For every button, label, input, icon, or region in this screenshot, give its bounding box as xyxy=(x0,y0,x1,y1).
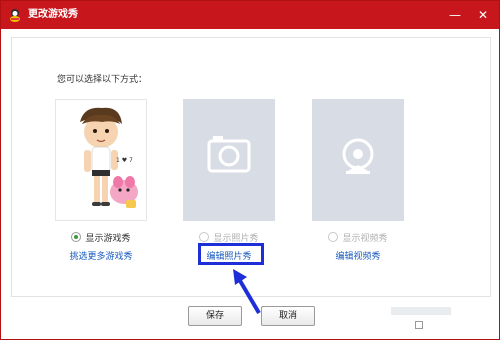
avatar-illustration: 1 ♥ 7 xyxy=(80,107,138,208)
webcam-icon xyxy=(342,138,374,174)
option-game-show: 1 ♥ 7 显示游戏秀 挑选更多游戏秀 xyxy=(55,99,147,262)
annotation-highlight-box xyxy=(198,243,264,265)
cancel-button[interactable]: 取消 xyxy=(261,306,315,326)
option-video-show: 显示视频秀 编辑视频秀 xyxy=(312,99,404,262)
photo-show-radio[interactable] xyxy=(199,232,210,242)
photo-show-radio-label: 显示照片秀 xyxy=(213,233,259,244)
game-show-radio-label: 显示游戏秀 xyxy=(85,233,131,244)
more-game-shows-link[interactable]: 挑选更多游戏秀 xyxy=(55,249,147,262)
camera-icon xyxy=(207,136,251,173)
photo-show-radio-row[interactable]: 显示照片秀 xyxy=(183,231,275,244)
corner-checkbox[interactable] xyxy=(415,321,423,329)
title-bar[interactable]: 更改游戏秀 — ✕ xyxy=(1,1,499,29)
game-show-radio-row[interactable]: 显示游戏秀 xyxy=(55,231,147,244)
app-logo-icon xyxy=(10,9,20,22)
minimize-icon[interactable]: — xyxy=(449,9,461,21)
photo-show-preview[interactable] xyxy=(183,99,275,221)
close-icon[interactable]: ✕ xyxy=(477,9,489,21)
edit-video-show-link[interactable]: 编辑视频秀 xyxy=(312,249,404,262)
game-show-preview[interactable]: 1 ♥ 7 xyxy=(55,99,147,221)
watermark-area xyxy=(391,307,451,315)
video-show-radio-row[interactable]: 显示视频秀 xyxy=(312,231,404,244)
dialog-window: 更改游戏秀 — ✕ 您可以选择以下方式： 1 ♥ 7 显示游戏秀 挑选更多游戏秀… xyxy=(0,0,500,340)
window-title: 更改游戏秀 xyxy=(28,9,78,20)
video-show-preview[interactable] xyxy=(312,99,404,221)
save-button[interactable]: 保存 xyxy=(188,306,242,326)
game-show-radio[interactable] xyxy=(71,232,82,242)
video-show-radio-label: 显示视频秀 xyxy=(342,233,388,244)
video-show-radio[interactable] xyxy=(328,232,339,242)
instruction-text: 您可以选择以下方式： xyxy=(57,75,148,85)
option-photo-show: 显示照片秀 编辑照片秀 xyxy=(183,99,275,262)
svg-text:1 ♥ 7: 1 ♥ 7 xyxy=(116,157,133,164)
